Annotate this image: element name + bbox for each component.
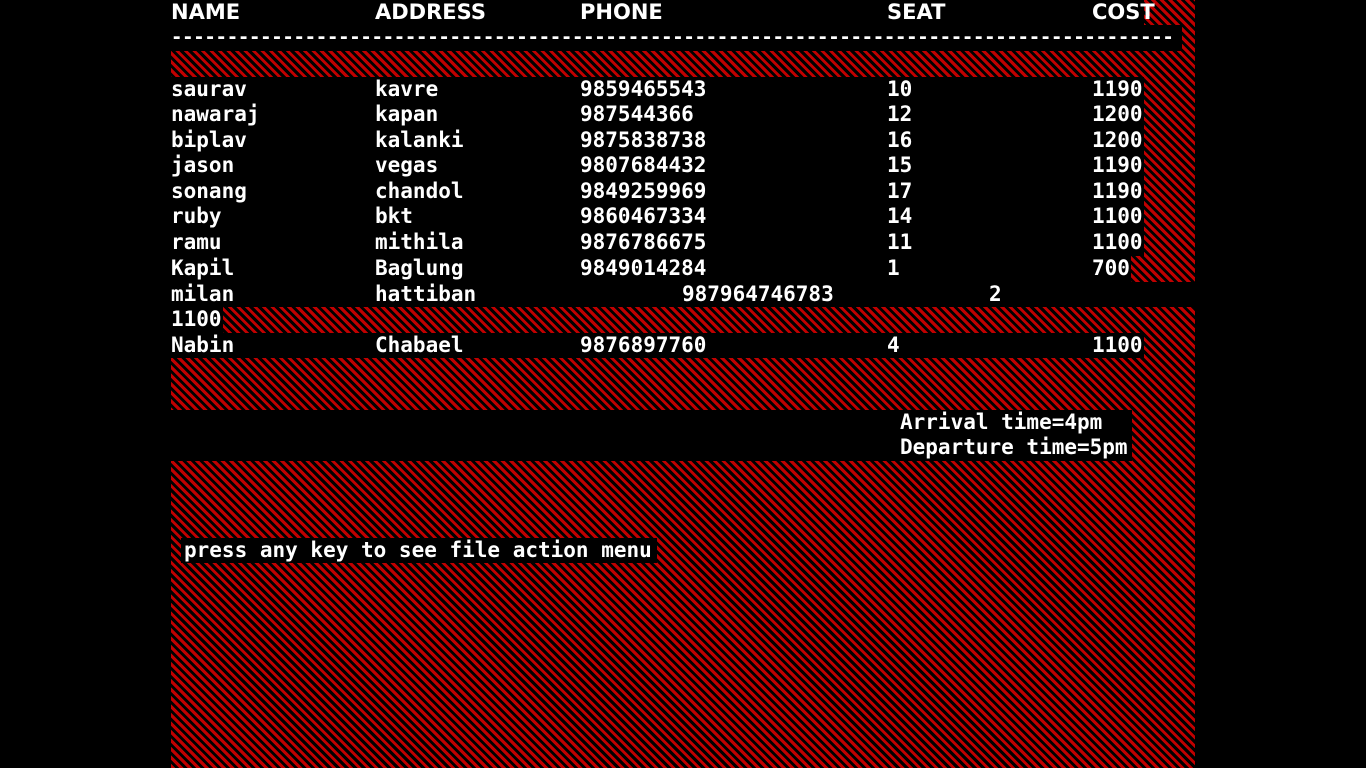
departure-time: Departure time=5pm [900, 435, 1128, 459]
cell-address: vegas [375, 153, 439, 177]
cell-name: ruby [171, 204, 222, 228]
cell-seat: 12 [887, 102, 913, 126]
header-phone: PHONE [580, 0, 663, 24]
cell-address: kalanki [375, 128, 464, 152]
cell-cost: 1100 [1092, 230, 1143, 254]
cell-phone: 9876897760 [580, 333, 707, 357]
cell-cost: 1200 [1092, 128, 1143, 152]
cell-address: Chabael [375, 333, 464, 357]
cell-seat: 14 [887, 204, 913, 228]
cell-address: kavre [375, 77, 439, 101]
cell-phone: 987964746783 [682, 282, 834, 306]
header-name: NAME [171, 0, 241, 24]
cell-cost: 1190 [1092, 77, 1143, 101]
cell-phone: 9807684432 [580, 153, 707, 177]
cell-name: saurav [171, 77, 247, 101]
cell-name: nawaraj [171, 102, 260, 126]
cell-name: biplav [171, 128, 247, 152]
cell-phone: 9876786675 [580, 230, 707, 254]
cell-phone: 9849014284 [580, 256, 707, 280]
arrival-time: Arrival time=4pm [900, 410, 1103, 434]
dos-console-screen: NAME ADDRESS PHONE SEAT COST -----------… [171, 0, 1195, 768]
cell-cost: 1190 [1092, 153, 1143, 177]
cell-cost: 1100 [1092, 204, 1143, 228]
cell-name: jason [171, 153, 235, 177]
cell-cost: 700 [1092, 256, 1130, 280]
cell-seat: 1 [887, 256, 900, 280]
header-address: ADDRESS [375, 0, 486, 24]
cell-seat: 4 [887, 333, 900, 357]
header-cost: COST [1092, 0, 1155, 24]
cell-address: bkt [375, 204, 413, 228]
cell-seat: 17 [887, 179, 913, 203]
cell-phone: 9860467334 [580, 204, 707, 228]
cell-name: milan [171, 282, 235, 306]
cell-cost: 1100 [1092, 333, 1143, 357]
cell-phone: 987544366 [580, 102, 694, 126]
cell-seat: 16 [887, 128, 913, 152]
cell-address: chandol [375, 179, 464, 203]
cell-name: sonang [171, 179, 247, 203]
header-seat: SEAT [887, 0, 946, 24]
cell-seat: 15 [887, 153, 913, 177]
press-any-key-prompt: press any key to see file action menu [184, 538, 652, 562]
cell-cost: 1200 [1092, 102, 1143, 126]
cell-phone: 9875838738 [580, 128, 707, 152]
cell-seat: 11 [887, 230, 913, 254]
cell-seat: 10 [887, 77, 913, 101]
cell-cost-wrapped: 1100 [171, 307, 222, 331]
cell-address: kapan [375, 102, 439, 126]
cell-address: Baglung [375, 256, 464, 280]
cell-address: mithila [375, 230, 464, 254]
cell-phone: 9859465543 [580, 77, 707, 101]
cell-address: hattiban [375, 282, 477, 306]
cell-phone: 9849259969 [580, 179, 707, 203]
header-divider: ----------------------------------------… [171, 26, 1174, 48]
cell-name: ramu [171, 230, 222, 254]
cell-seat: 2 [989, 282, 1002, 306]
cell-name: Nabin [171, 333, 235, 357]
cell-cost: 1190 [1092, 179, 1143, 203]
cell-name: Kapil [171, 256, 235, 280]
